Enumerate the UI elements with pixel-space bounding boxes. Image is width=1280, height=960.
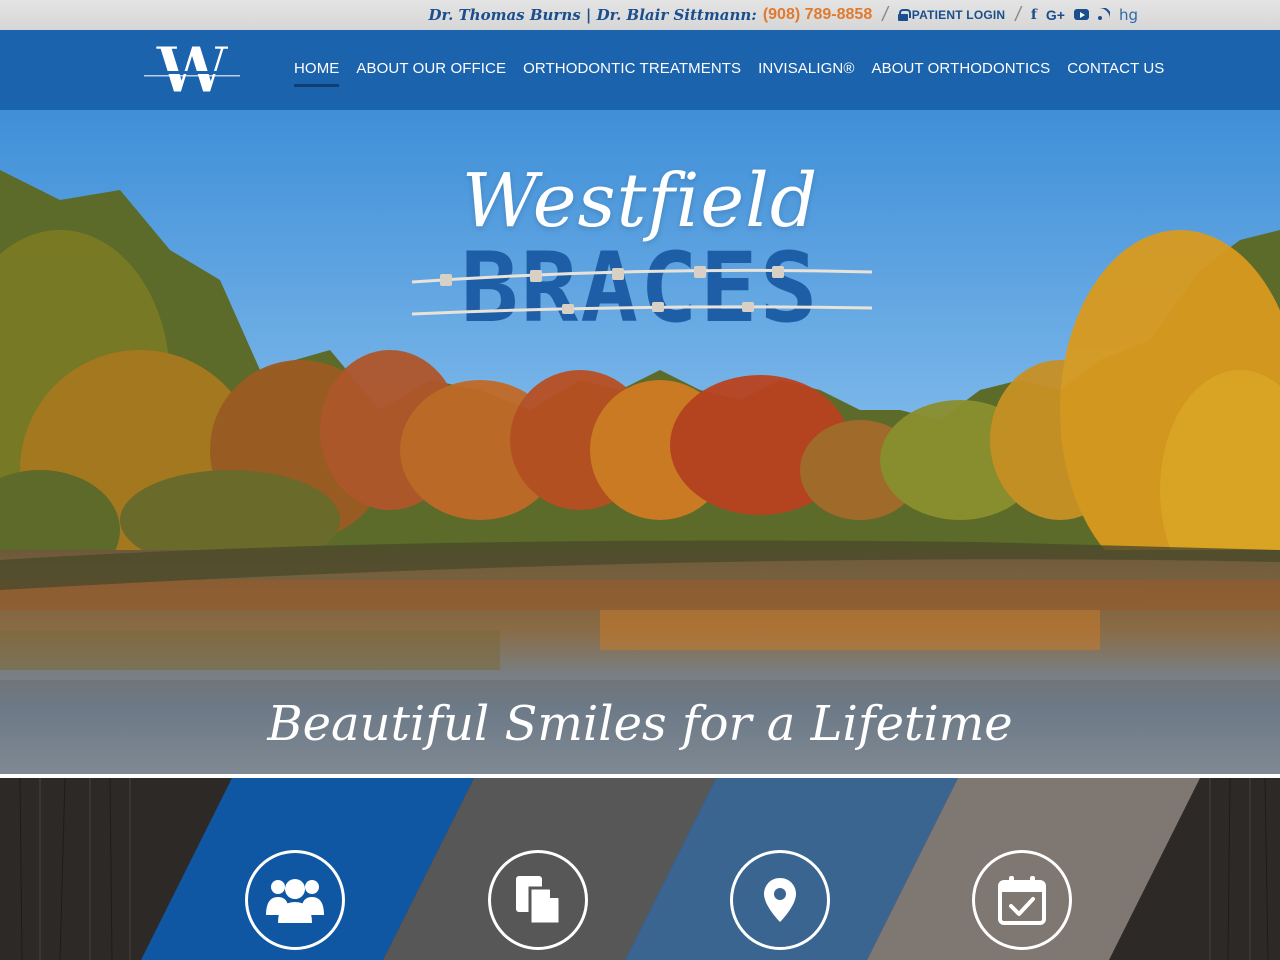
patient-login-link[interactable]: PATIENT LOGIN	[897, 8, 1006, 22]
nav-item-about-orthodontics[interactable]: ABOUT ORTHODONTICS	[871, 60, 1050, 81]
hero-tagline: Beautiful Smiles for a Lifetime	[267, 696, 1013, 752]
braces-wire-graphic	[412, 266, 872, 316]
hero-banner: Westfield BRACES Beautiful Smiles for a …	[0, 110, 1280, 776]
social-links: f G+ hg	[1031, 7, 1138, 23]
nav-item-orthodontic-treatments[interactable]: ORTHODONTIC TREATMENTS	[523, 60, 741, 81]
calendar-check-icon	[998, 876, 1046, 925]
rss-icon[interactable]	[1097, 8, 1110, 22]
directions-button[interactable]	[730, 850, 830, 950]
nav-menu: HOME ABOUT OUR OFFICE ORTHODONTIC TREATM…	[294, 30, 1181, 110]
nav-item-invisalign[interactable]: INVISALIGN®	[758, 60, 854, 81]
our-team-button[interactable]	[245, 850, 345, 950]
google-plus-icon[interactable]: G+	[1046, 8, 1065, 22]
appointment-button[interactable]	[972, 850, 1072, 950]
doctor-names: Dr. Thomas Burns | Dr. Blair Sittmann:	[428, 6, 757, 24]
phone-link[interactable]: (908) 789-8858	[763, 6, 872, 24]
patient-forms-button[interactable]	[488, 850, 588, 950]
feature-panels	[0, 778, 1280, 960]
nav-item-about-office[interactable]: ABOUT OUR OFFICE	[356, 60, 506, 81]
youtube-icon[interactable]	[1073, 8, 1089, 22]
nav-item-contact-us[interactable]: CONTACT US	[1067, 60, 1164, 81]
main-navigation-bar: W HOME ABOUT OUR OFFICE ORTHODONTIC TREA…	[0, 30, 1280, 110]
group-icon	[266, 879, 324, 923]
divider-slash: /	[882, 3, 888, 26]
map-pin-icon	[764, 878, 796, 922]
facebook-icon[interactable]: f	[1031, 8, 1037, 22]
patient-login-label: PATIENT LOGIN	[911, 8, 1006, 22]
lock-icon	[897, 9, 911, 21]
divider-slash: /	[1015, 3, 1021, 26]
top-utility-bar: Dr. Thomas Burns | Dr. Blair Sittmann: (…	[0, 0, 1280, 30]
wood-background	[0, 778, 1280, 960]
nav-item-home[interactable]: HOME	[294, 60, 340, 87]
healthgrades-icon[interactable]: hg	[1119, 7, 1138, 23]
documents-icon	[516, 876, 562, 926]
w-logo-icon: W	[144, 44, 240, 100]
